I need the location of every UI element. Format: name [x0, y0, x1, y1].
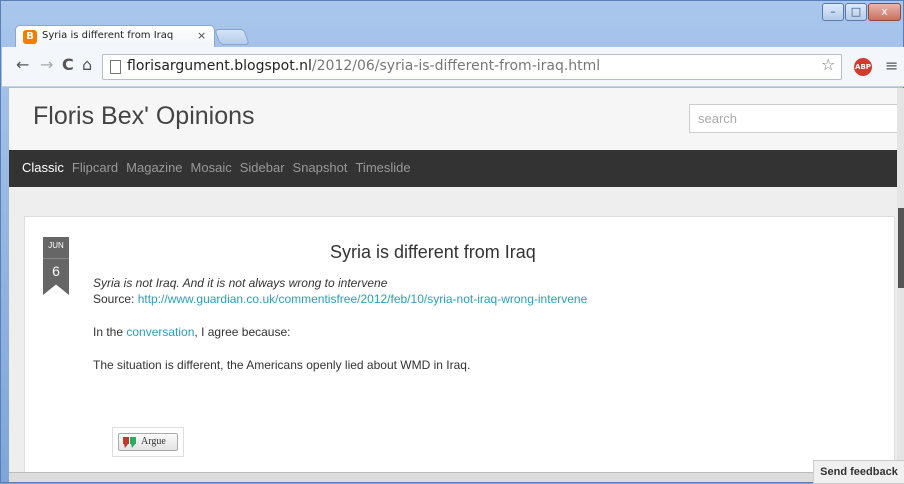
view-tabs: Classic Flipcard Magazine Mosaic Sidebar…: [22, 160, 411, 175]
send-feedback-button[interactable]: Send feedback: [813, 460, 904, 484]
argue-label: Argue: [141, 436, 166, 447]
menu-icon[interactable]: ≡: [885, 56, 898, 75]
date-badge: JUN 6: [43, 237, 69, 295]
address-bar[interactable]: florisargument.blogspot.nl/2012/06/syria…: [102, 54, 842, 80]
view-mosaic[interactable]: Mosaic: [191, 160, 232, 175]
maximize-button[interactable]: □: [845, 3, 867, 21]
view-flipcard[interactable]: Flipcard: [72, 160, 118, 175]
date-month: JUN: [48, 241, 64, 250]
search-input[interactable]: [690, 105, 897, 132]
scrollbar-thumb[interactable]: [898, 208, 904, 288]
post-title[interactable]: Syria is different from Iraq: [330, 242, 536, 263]
view-bar: Classic Flipcard Magazine Mosaic Sidebar…: [9, 150, 897, 187]
url-text: florisargument.blogspot.nl/2012/06/syria…: [127, 58, 600, 74]
intro-after: , I agree because:: [194, 325, 291, 339]
view-snapshot[interactable]: Snapshot: [293, 160, 348, 175]
site-header: Floris Bex' Opinions: [9, 88, 897, 150]
forward-arrow-icon[interactable]: →: [40, 55, 53, 74]
url-path: /2012/06/syria-is-different-from-iraq.ht…: [311, 58, 601, 74]
reload-icon[interactable]: C: [62, 55, 74, 74]
argue-widget: Argue: [112, 427, 184, 457]
back-arrow-icon[interactable]: ←: [16, 55, 29, 74]
blogger-icon: B: [23, 30, 37, 44]
source-line: Source: http://www.guardian.co.uk/commen…: [93, 291, 873, 307]
view-magazine[interactable]: Magazine: [126, 160, 182, 175]
conversation-link[interactable]: conversation: [126, 325, 194, 339]
home-icon[interactable]: ⌂: [82, 55, 92, 74]
date-day: 6: [52, 263, 60, 279]
horizontal-scrollbar[interactable]: [9, 472, 813, 482]
source-link[interactable]: http://www.guardian.co.uk/commentisfree/…: [138, 292, 588, 306]
minimize-button[interactable]: –: [822, 3, 844, 21]
browser-window: B Syria is different from Iraq × – □ x ←…: [0, 0, 904, 484]
url-host: florisargument.blogspot.nl: [127, 58, 312, 74]
close-icon[interactable]: ×: [197, 29, 206, 42]
page-icon: [110, 60, 121, 74]
browser-toolbar: ← → C ⌂ florisargument.blogspot.nl/2012/…: [2, 47, 904, 87]
intro-line: In the conversation, I agree because:: [93, 324, 873, 340]
page-viewport: Floris Bex' Opinions Classic Flipcard Ma…: [9, 88, 897, 472]
view-timeslide[interactable]: Timeslide: [355, 160, 410, 175]
blog-title[interactable]: Floris Bex' Opinions: [33, 102, 255, 131]
post-card: JUN 6 Syria is different from Iraq Syria…: [24, 216, 895, 472]
view-classic[interactable]: Classic: [22, 160, 64, 175]
post-paragraph: The situation is different, the American…: [93, 358, 471, 372]
tab-strip: B Syria is different from Iraq × – □ x: [1, 1, 904, 47]
tab-title: Syria is different from Iraq: [42, 30, 174, 41]
date-divider: [43, 258, 69, 259]
post-body: Syria is not Iraq. And it is not always …: [93, 275, 873, 373]
intro-before: In the: [93, 325, 127, 339]
tab-syria[interactable]: B Syria is different from Iraq ×: [15, 25, 215, 47]
new-tab-button[interactable]: [214, 29, 250, 45]
argue-button[interactable]: Argue: [118, 433, 178, 451]
window-close-button[interactable]: x: [868, 3, 901, 21]
adblock-icon[interactable]: ABP: [854, 58, 872, 76]
search-box[interactable]: [689, 104, 897, 133]
bookmark-star-icon[interactable]: ☆: [821, 55, 835, 74]
post-quote: Syria is not Iraq. And it is not always …: [93, 276, 388, 290]
view-sidebar[interactable]: Sidebar: [240, 160, 285, 175]
source-label: Source:: [93, 292, 138, 306]
argue-quote-icon: [123, 437, 136, 448]
vertical-scrollbar[interactable]: [897, 88, 904, 472]
